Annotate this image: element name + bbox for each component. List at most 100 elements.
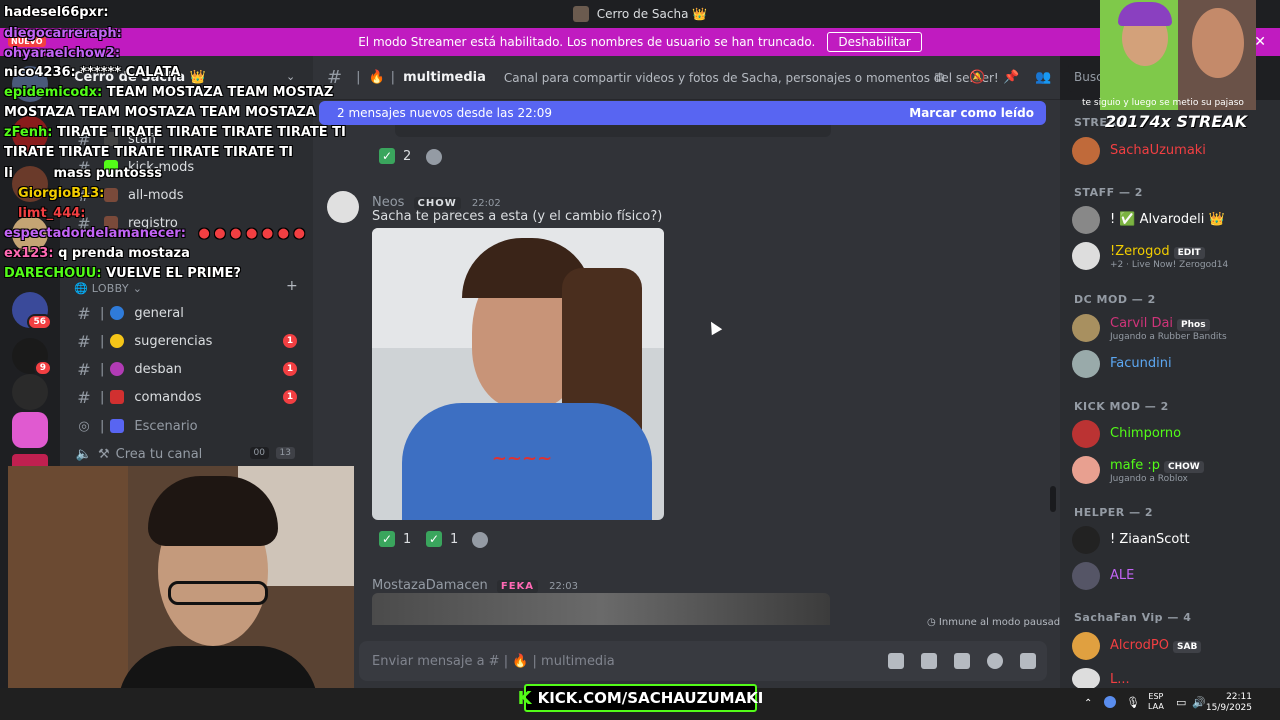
image-attachment[interactable]: ~~~~ — [372, 228, 664, 520]
add-reaction-icon[interactable] — [472, 532, 488, 548]
reaction-check[interactable]: ✓ 1 — [379, 528, 411, 550]
server-icon[interactable] — [12, 166, 48, 202]
volume-icon[interactable]: 🔊 — [1192, 696, 1206, 709]
member-row[interactable]: ! ZiaanScott — [1072, 524, 1272, 556]
mark-as-read-button[interactable]: Marcar como leído — [909, 106, 1034, 120]
channel-kick-mods[interactable]: # kick-mods — [60, 154, 313, 180]
new-messages-bar[interactable]: 2 mensajes nuevos desde las 22:09 Marcar… — [319, 101, 1046, 125]
image-attachment[interactable] — [372, 593, 830, 625]
disable-streamer-button[interactable]: Deshabilitar — [827, 32, 922, 52]
hash-icon: # — [77, 157, 91, 177]
member-row[interactable]: ALE — [1072, 560, 1272, 592]
reaction-count: 2 — [403, 148, 412, 164]
server-icon[interactable]: 9 — [12, 338, 52, 376]
message-composer[interactable]: Enviar mensaje a # | 🔥 | multimedia — [359, 641, 1047, 681]
member-row[interactable]: AlcrodPO SAB — [1072, 630, 1272, 662]
channel-label: general — [134, 305, 184, 321]
server-icon[interactable] — [12, 216, 48, 252]
timestamp: 22:02 — [471, 198, 501, 209]
channel-sugerencias[interactable]: # | sugerencias 1 — [60, 328, 313, 354]
channel-topic[interactable]: Canal para compartir videos y fotos de S… — [504, 71, 999, 85]
channel-emoji-icon — [104, 188, 118, 202]
member-row[interactable]: !Zerogod EDIT +2 · Live Now! Zerogod14 — [1072, 240, 1272, 272]
streamer-mode-banner: El modo Streamer está habilitado. Los no… — [0, 28, 1280, 56]
server-icon[interactable] — [12, 412, 48, 448]
check-icon: ✓ — [379, 148, 395, 164]
clock-icon: ◷ — [927, 617, 936, 628]
server-icon[interactable] — [12, 116, 48, 152]
emoji-icon[interactable] — [987, 653, 1003, 669]
member-row[interactable]: mafe :p CHOW Jugando a Roblox — [1072, 454, 1272, 486]
role-pill: SAB — [1173, 641, 1202, 653]
category-lobby[interactable]: 🌐 LOBBY ⌄ — [74, 282, 142, 295]
new-badge: NUEVO — [8, 36, 46, 47]
author-name[interactable]: MostazaDamacen — [372, 578, 488, 593]
message-header: Neos CHOW 22:02 — [372, 191, 501, 210]
globe-icon: 🌐 — [74, 282, 88, 295]
channel-registro[interactable]: # registro — [60, 210, 313, 236]
channel-label: Escenario — [134, 418, 198, 434]
avatar — [1072, 456, 1100, 484]
threads-icon[interactable]: ⧉ — [935, 70, 944, 85]
kick-url-text: KICK.COM/SACHAUZUMAKI — [537, 689, 764, 707]
member-group-header: DC MOD — 2 — [1074, 293, 1156, 306]
chevron-up-icon[interactable]: ⌃ — [1084, 698, 1092, 709]
author-name[interactable]: Neos — [372, 195, 404, 210]
server-name[interactable]: Cerro de Sacha 👑 — [74, 70, 206, 85]
facecam-overlay — [1100, 0, 1256, 110]
scrollbar-thumb[interactable] — [1050, 486, 1056, 512]
network-icon[interactable]: ▭ — [1176, 696, 1186, 709]
add-reaction-icon[interactable] — [426, 149, 442, 165]
member-activity: +2 · Live Now! Zerogod14 — [1110, 260, 1229, 270]
server-icon[interactable] — [12, 66, 48, 102]
add-channel-icon[interactable]: + — [286, 278, 298, 294]
members-icon[interactable]: 👥 — [1035, 70, 1051, 85]
new-messages-text: 2 mensajes nuevos desde las 22:09 — [337, 106, 553, 120]
channel-label: Crea tu canal — [115, 446, 203, 462]
clock[interactable]: 22:11 15/9/2025 — [1206, 692, 1252, 714]
mute-bell-icon[interactable]: 🔕 — [969, 70, 985, 85]
channel-general[interactable]: # | general — [60, 300, 313, 326]
reaction-check[interactable]: ✓ 1 — [426, 528, 458, 550]
chevron-down-icon[interactable]: ⌄ — [286, 70, 295, 83]
devil-icon — [110, 362, 125, 376]
member-name: Chimporno — [1110, 426, 1182, 441]
channel-desban[interactable]: # | desban 1 — [60, 356, 313, 382]
streak-caption: te siguio y luego se metio su pajaso — [1082, 98, 1244, 108]
avatar — [1072, 206, 1100, 234]
channel-escenario[interactable]: ◎ | Escenario — [60, 413, 313, 439]
member-row[interactable]: ! ✅ Alvarodeli 👑 — [1072, 204, 1272, 236]
avatar[interactable] — [327, 191, 359, 223]
role-pill: EDIT — [1173, 247, 1205, 259]
divider: | — [356, 70, 361, 85]
channel-all-mods[interactable]: # all-mods — [60, 182, 313, 208]
pin-icon[interactable]: 📌 — [1003, 70, 1019, 85]
paused-notice: ◷ Inmune al modo pausado — [927, 617, 1066, 628]
gift-icon[interactable] — [888, 653, 904, 669]
previous-attachment[interactable] — [395, 125, 831, 137]
microphone-icon[interactable]: 🎙 — [1126, 696, 1140, 709]
language-indicator[interactable]: ESP LAA — [1148, 692, 1164, 712]
server-icon[interactable] — [12, 374, 48, 410]
tray-app-icon[interactable] — [1104, 696, 1116, 708]
gamepad-icon[interactable] — [1020, 653, 1036, 669]
close-icon[interactable]: ✕ — [1254, 34, 1266, 50]
gif-icon[interactable] — [921, 653, 937, 669]
hash-icon: # — [77, 303, 91, 323]
member-row[interactable]: Carvil Dai Phos Jugando a Rubber Bandits — [1072, 312, 1272, 344]
channel-staff[interactable]: # staff — [60, 126, 313, 152]
member-activity: Jugando a Rubber Bandits — [1110, 332, 1227, 342]
member-row[interactable]: Facundini — [1072, 348, 1272, 380]
member-row[interactable]: SachaUzumaki — [1072, 135, 1272, 167]
user-count: 00 — [249, 447, 269, 459]
channel-crea-tu-canal[interactable]: 🔈 ⚒ Crea tu canal 00 13 — [60, 441, 313, 467]
server-icon[interactable] — [12, 454, 48, 466]
channel-comandos[interactable]: # | comandos 1 — [60, 384, 313, 410]
channel-label: all-mods — [128, 187, 184, 203]
hash-icon: # — [77, 213, 91, 233]
sticker-icon[interactable] — [954, 653, 970, 669]
member-row[interactable]: Chimporno — [1072, 418, 1272, 450]
channel-emoji-icon — [104, 132, 118, 146]
reaction-check[interactable]: ✓ 2 — [379, 145, 411, 167]
server-icon[interactable]: 56 — [12, 292, 52, 330]
